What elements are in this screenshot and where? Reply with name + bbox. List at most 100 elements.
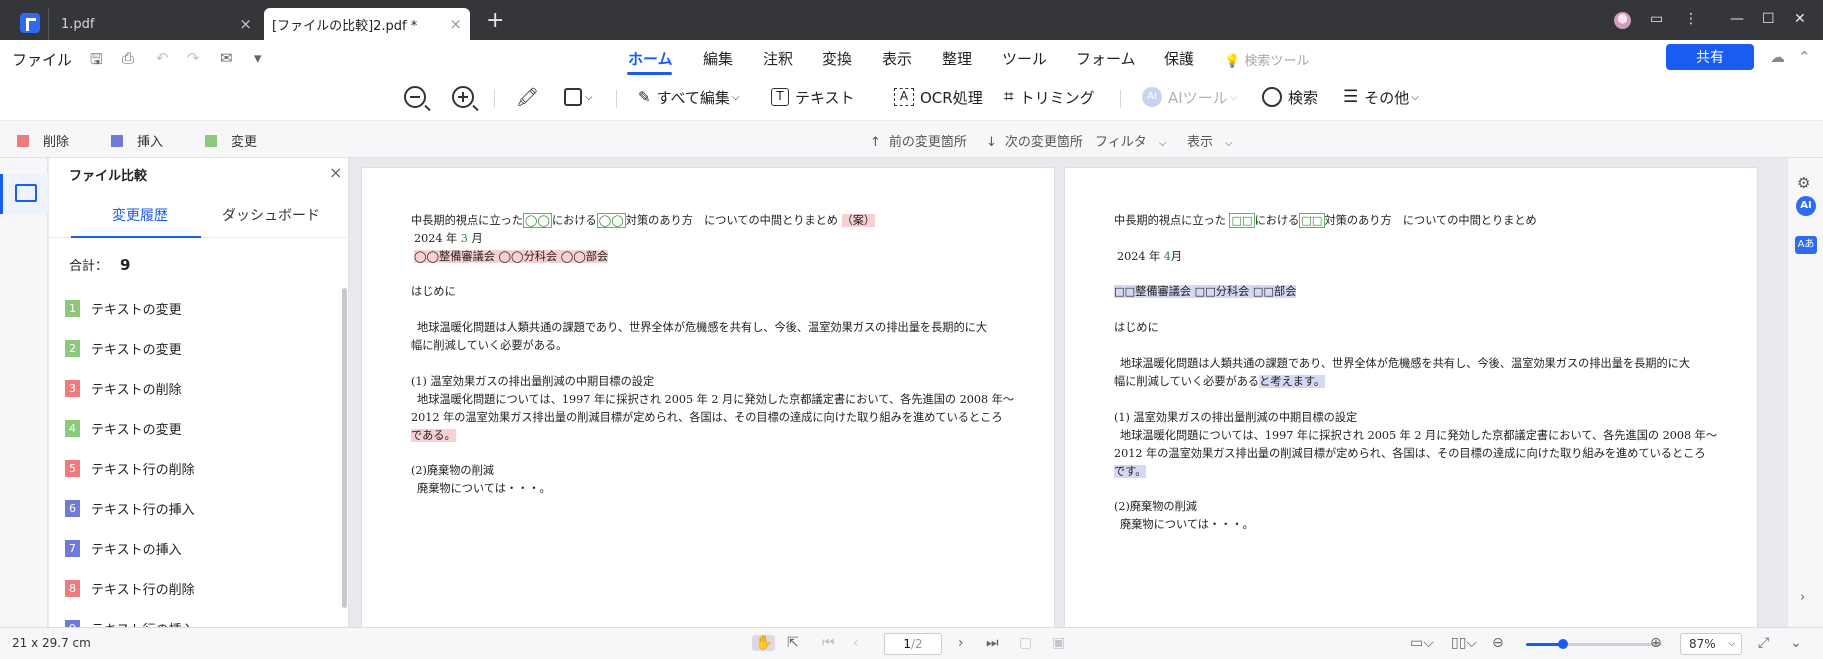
menu-tools[interactable]: ツール <box>1002 48 1047 69</box>
change-list-item[interactable]: 2 テキストの変更 <box>65 328 335 368</box>
mail-icon[interactable]: ✉ <box>220 49 233 67</box>
hand-tool-icon[interactable]: ✋ <box>752 635 776 651</box>
menu-convert[interactable]: 変換 <box>822 48 852 69</box>
prev-page-icon[interactable]: ‹ <box>853 635 859 651</box>
changed-text[interactable]: 4 <box>1164 250 1171 263</box>
next-page-icon[interactable]: › <box>958 635 964 651</box>
menu-home[interactable]: ホーム <box>628 48 673 69</box>
prev-change-button[interactable]: ↑ 前の変更箇所 <box>870 131 967 150</box>
avatar[interactable] <box>1614 12 1631 29</box>
search-tool-menu[interactable]: 💡 検索ツール <box>1224 50 1309 69</box>
changed-text[interactable]: ◯◯ <box>596 213 626 228</box>
zoom-level-dropdown[interactable]: 87% ⌵ <box>1680 633 1742 655</box>
collapse-status-icon[interactable]: ⌄ <box>1790 635 1802 651</box>
deleted-text[interactable]: である。 <box>411 429 456 442</box>
trim-button[interactable]: ⌗ トリミング <box>1004 84 1095 110</box>
properties-sliders-icon[interactable]: ⚙ <box>1797 174 1810 192</box>
shape-button[interactable]: ⌵ <box>564 84 593 110</box>
changed-text[interactable]: □□ <box>1229 213 1255 228</box>
last-page-icon[interactable]: ⏭ <box>986 635 999 651</box>
zoom-in-button[interactable] <box>452 84 474 110</box>
inserted-text[interactable]: □□整備審議会 □□分科会 □□部会 <box>1114 285 1297 298</box>
search-button[interactable]: 検索 <box>1262 84 1318 110</box>
collapse-ribbon-icon[interactable]: ⌃ <box>1798 48 1811 66</box>
print-icon[interactable]: ⎙ <box>122 49 134 67</box>
zoom-out-icon[interactable]: ⊖ <box>1492 635 1504 651</box>
zoom-out-button[interactable] <box>404 84 426 110</box>
chevron-down-icon: ⌵ <box>585 91 593 103</box>
tab-change-history[interactable]: 変更履歴 <box>112 205 168 225</box>
display-dropdown[interactable]: 表示 ⌵ <box>1187 131 1233 150</box>
change-list-item[interactable]: 9 テキスト行の挿入 <box>65 608 335 627</box>
changed-text[interactable]: ◯◯ <box>522 213 552 228</box>
ai-tool-button[interactable]: AI AIツール ⌵ <box>1142 84 1237 110</box>
more-vertical-icon[interactable]: ⋮ <box>1684 11 1698 27</box>
ai-tool-label: AIツール <box>1168 88 1228 107</box>
page-layout-icon[interactable]: ▯▯⌵ <box>1451 635 1477 651</box>
close-icon[interactable]: × <box>329 163 342 182</box>
lightbulb-icon: 💡 <box>1224 54 1241 69</box>
menu-annotate[interactable]: 注釈 <box>763 48 793 69</box>
change-list-item[interactable]: 6 テキスト行の挿入 <box>65 488 335 528</box>
change-list-item[interactable]: 1 テキストの変更 <box>65 288 335 328</box>
inserted-text[interactable]: です。 <box>1114 465 1147 478</box>
next-change-button[interactable]: ↓ 次の変更箇所 <box>986 131 1083 150</box>
menu-organize[interactable]: 整理 <box>942 48 972 69</box>
file-compare-rail-button[interactable] <box>0 174 48 214</box>
first-page-icon[interactable]: ⏮ <box>822 635 835 651</box>
menu-protect[interactable]: 保護 <box>1164 48 1194 69</box>
menu-edit[interactable]: 編集 <box>703 48 733 69</box>
filter-dropdown[interactable]: フィルタ ⌵ <box>1095 131 1166 150</box>
text-button[interactable]: T テキスト <box>771 84 855 110</box>
maximize-icon[interactable]: ☐ <box>1762 11 1775 27</box>
expand-right-icon[interactable]: › <box>1800 590 1805 605</box>
minimize-icon[interactable]: — <box>1730 11 1744 27</box>
menu-forms[interactable]: フォーム <box>1076 48 1136 69</box>
more-button[interactable]: ☰ その他 ⌵ <box>1343 84 1419 110</box>
window-close-icon[interactable]: ✕ <box>1794 11 1806 27</box>
page-number-input[interactable]: 1/2 <box>884 633 942 655</box>
translate-icon[interactable]: Aあ <box>1795 236 1817 254</box>
highlight-button[interactable]: 🖍 <box>516 84 539 110</box>
changed-text[interactable]: □□ <box>1299 213 1325 228</box>
zoom-in-icon[interactable]: ⊕ <box>1650 635 1662 651</box>
ocr-button[interactable]: A OCR処理 <box>894 84 983 110</box>
close-icon[interactable]: × <box>239 16 252 32</box>
change-list-item[interactable]: 3 テキストの削除 <box>65 368 335 408</box>
file-menu[interactable]: ファイル <box>12 49 72 70</box>
tab-file-compare[interactable]: [ファイルの比較]2.pdf * × <box>264 8 470 40</box>
undo-icon[interactable]: ↶ <box>156 49 169 67</box>
cloud-upload-icon[interactable]: ☁ <box>1770 48 1785 66</box>
change-list-item[interactable]: 8 テキスト行の削除 <box>65 568 335 608</box>
share-button[interactable]: 共有 <box>1666 44 1754 70</box>
feedback-icon[interactable]: ▭ <box>1650 11 1663 27</box>
select-tool-icon[interactable]: ⇱ <box>787 635 799 651</box>
deleted-text[interactable]: ◯◯整備審議会 ◯◯分科会 ◯◯部会 <box>414 250 609 263</box>
tab-dashboard[interactable]: ダッシュボード <box>222 205 320 225</box>
inserted-text[interactable]: と考えます。 <box>1259 375 1326 388</box>
new-tab-icon[interactable]: + <box>486 10 504 32</box>
panel-scrollbar[interactable] <box>342 288 347 608</box>
fullscreen-icon[interactable]: ⤢ <box>1758 635 1769 651</box>
next-change-label: 次の変更箇所 <box>1004 135 1083 150</box>
ai-assistant-icon[interactable]: AI <box>1796 196 1816 216</box>
tab-file-1[interactable]: 1.pdf × <box>48 8 260 40</box>
redo-icon[interactable]: ↷ <box>187 49 200 67</box>
view-mode-icon[interactable]: ▭⌵ <box>1410 635 1434 651</box>
fit-width-icon[interactable]: ▣ <box>1052 635 1065 651</box>
changed-text[interactable]: 3 <box>461 232 468 245</box>
edit-all-button[interactable]: ✎ すべて編集 ⌵ <box>638 84 740 110</box>
doc-date-line: 2024 年 3 月 <box>414 230 483 246</box>
fit-page-icon[interactable]: ▢ <box>1019 635 1032 651</box>
deleted-text[interactable]: （案） <box>841 214 876 227</box>
close-icon[interactable]: × <box>449 16 462 32</box>
save-icon[interactable]: 🖫 <box>90 49 103 74</box>
change-list-item[interactable]: 7 テキストの挿入 <box>65 528 335 568</box>
zoom-slider-knob[interactable] <box>1557 639 1568 649</box>
quick-access-dropdown-icon[interactable]: ▾ <box>254 49 262 67</box>
zoom-slider[interactable] <box>1526 639 1662 649</box>
change-list-item[interactable]: 4 テキストの変更 <box>65 408 335 448</box>
menu-view[interactable]: 表示 <box>882 48 912 69</box>
app-logo-icon[interactable] <box>20 13 40 33</box>
change-list-item[interactable]: 5 テキスト行の削除 <box>65 448 335 488</box>
